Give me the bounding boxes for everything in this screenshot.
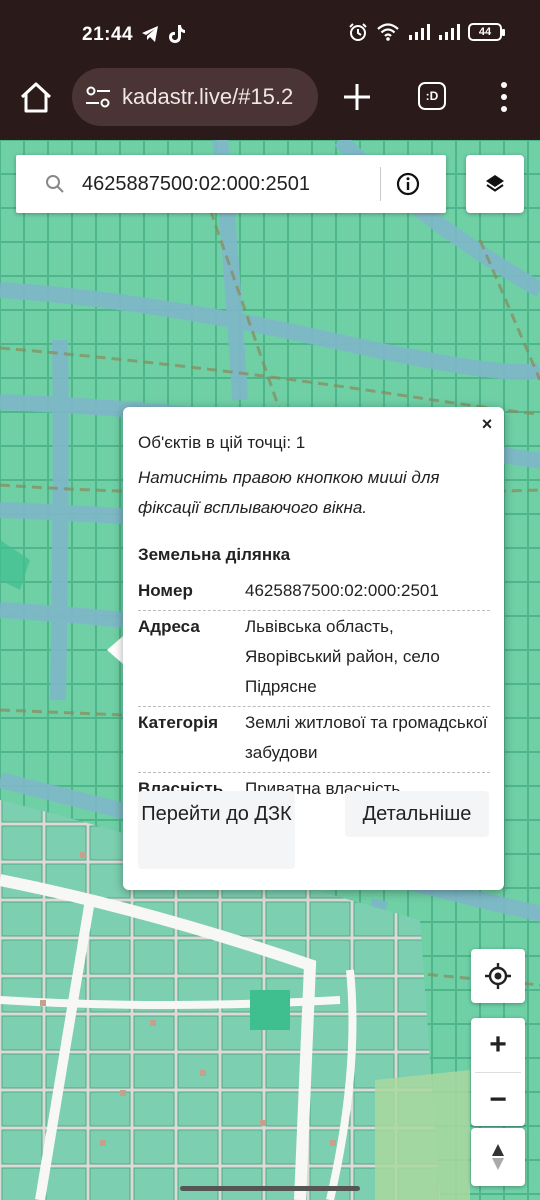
battery-indicator: 44 (468, 23, 505, 41)
compass-button[interactable] (471, 1128, 525, 1186)
layers-button[interactable] (466, 155, 524, 213)
more-menu-icon[interactable] (494, 80, 514, 114)
attr-value: 4625887500:02:000:2501 (245, 581, 439, 600)
attr-value: Землі житлової та громадської забудови (245, 713, 488, 762)
attr-key: Адреса (138, 617, 200, 636)
attr-row-category: Категорія Землі житлової та громадської … (138, 707, 490, 773)
zoom-in-button[interactable]: + (471, 1018, 525, 1072)
attr-key: Номер (138, 581, 193, 600)
attr-key: Категорія (138, 713, 219, 732)
wifi-icon (377, 23, 399, 41)
zoom-control: + − (471, 1018, 525, 1126)
popup-close-button[interactable]: × (478, 415, 496, 433)
notification-icons (140, 24, 186, 44)
info-icon[interactable] (396, 172, 420, 196)
tab-switcher-button[interactable]: :D (418, 82, 446, 110)
popup-hint: Натисніть правою кнопкою миші для фіксац… (138, 468, 440, 517)
search-divider (380, 167, 381, 201)
home-icon[interactable] (18, 80, 54, 116)
details-button[interactable]: Детальніше (345, 791, 489, 837)
url-text: kadastr.live/#15.2 (122, 84, 294, 109)
signal-icon-2 (439, 24, 460, 40)
parcel-heading: Земельна ділянка (138, 545, 291, 564)
signal-icon-1 (409, 24, 430, 40)
site-settings-icon[interactable] (84, 85, 112, 109)
search-icon[interactable] (44, 173, 66, 195)
cadastral-search-box (16, 155, 446, 213)
park-area (375, 1070, 470, 1200)
attr-row-number: Номер 4625887500:02:000:2501 (138, 575, 490, 611)
popup-pointer (107, 636, 123, 664)
zoom-out-button[interactable]: − (471, 1073, 525, 1127)
open-dzk-button[interactable]: Перейти до ДЗК (138, 791, 295, 869)
system-icons: 44 (348, 22, 505, 42)
attr-row-address: Адреса Львівська область, Яворівський ра… (138, 611, 490, 707)
compass-icon (492, 1144, 504, 1170)
gesture-bar (180, 1186, 360, 1191)
attr-value: Львівська область, Яворівський район, се… (245, 617, 440, 696)
my-location-icon (485, 963, 511, 989)
layers-icon (486, 175, 504, 192)
address-bar[interactable]: kadastr.live/#15.2 (72, 68, 318, 126)
parcel-info-popup: × Об'єктів в цій точці: 1 Натисніть прав… (123, 407, 504, 890)
locate-button[interactable] (471, 949, 525, 1003)
tiktok-icon (169, 25, 185, 43)
search-input[interactable] (82, 165, 378, 203)
status-time: 21:44 (82, 24, 134, 45)
objects-count: Об'єктів в цій точці: 1 (138, 433, 306, 452)
new-tab-icon[interactable] (340, 80, 374, 114)
parcel-attributes: Номер 4625887500:02:000:2501 Адреса Льві… (138, 575, 490, 808)
telegram-icon (142, 26, 158, 42)
status-bar: 21:44 44 (0, 0, 540, 68)
browser-toolbar: kadastr.live/#15.2 :D (0, 68, 540, 140)
alarm-icon (349, 23, 367, 41)
